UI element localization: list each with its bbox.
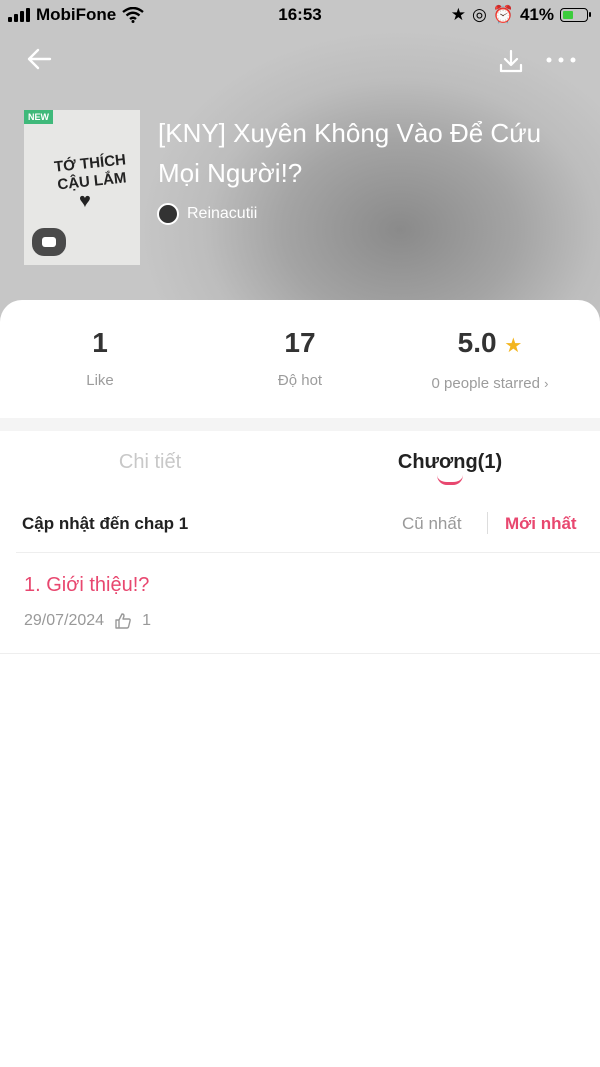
hot-label: Độ hot xyxy=(277,372,323,389)
author-row[interactable]: Reinacutii xyxy=(157,203,257,225)
sort-divider xyxy=(487,512,488,534)
stats-panel: 1 Like 17 Độ hot 5.0 ★ 0 people starred … xyxy=(0,300,600,418)
like-stat: 1 Like xyxy=(0,326,200,389)
tab-details[interactable]: Chi tiết xyxy=(0,451,300,474)
heart-icon: ♥ xyxy=(79,190,91,212)
book-title: [KNY] Xuyên Không Vào Để Cứu Mọi Người!? xyxy=(158,118,542,188)
rating-label: 0 people starred xyxy=(431,375,540,392)
download-icon[interactable] xyxy=(498,48,524,74)
new-badge: NEW xyxy=(24,110,53,124)
author-name: Reinacutii xyxy=(187,205,258,222)
chapter-date: 29/07/2024 xyxy=(24,612,105,629)
update-status: Cập nhật đến chap 1 xyxy=(22,514,189,533)
alarm-icon: ⏰ xyxy=(492,5,514,24)
hot-stat: 17 Độ hot xyxy=(200,326,400,389)
battery-icon xyxy=(560,8,591,22)
divider xyxy=(0,653,600,654)
chapter-item[interactable]: 1. Giới thiệu!? 29/07/2024 1 xyxy=(0,553,600,653)
star-status-icon: ★ xyxy=(450,5,466,24)
author-avatar xyxy=(157,203,179,225)
book-cover[interactable]: NEW TỚ THÍCH CẬU LẮM ♥ xyxy=(24,110,140,265)
more-options-icon[interactable] xyxy=(545,52,577,68)
status-bar: MobiFone 16:53 ★ ◎ ⏰ 41% xyxy=(0,0,600,32)
tab-chapters[interactable]: Chương(1) xyxy=(300,451,600,474)
like-count: 1 xyxy=(92,327,108,358)
back-arrow-icon[interactable] xyxy=(24,44,54,74)
sort-oldest-button[interactable]: Cũ nhất xyxy=(402,514,462,534)
star-icon: ★ xyxy=(504,335,523,357)
like-label: Like xyxy=(86,372,114,389)
section-separator xyxy=(0,418,600,431)
tab-bar: Chi tiết Chương(1) xyxy=(0,431,600,501)
chapter-likes: 1 xyxy=(142,612,151,629)
chevron-right-icon: › xyxy=(544,376,549,391)
rating-stat[interactable]: 5.0 ★ 0 people starred › xyxy=(390,326,590,392)
chapter-title: 1. Giới thiệu!? xyxy=(24,574,150,596)
thumbs-up-icon xyxy=(115,613,131,629)
sort-newest-button[interactable]: Mới nhất xyxy=(505,514,577,534)
hot-count: 17 xyxy=(284,327,316,358)
location-icon: ◎ xyxy=(471,5,487,24)
rating-value: 5.0 xyxy=(457,327,497,358)
sort-bar: Cập nhật đến chap 1 Cũ nhất Mới nhất xyxy=(0,507,600,551)
comment-bubble-icon xyxy=(32,228,66,256)
battery-percent: 41% xyxy=(519,5,554,24)
